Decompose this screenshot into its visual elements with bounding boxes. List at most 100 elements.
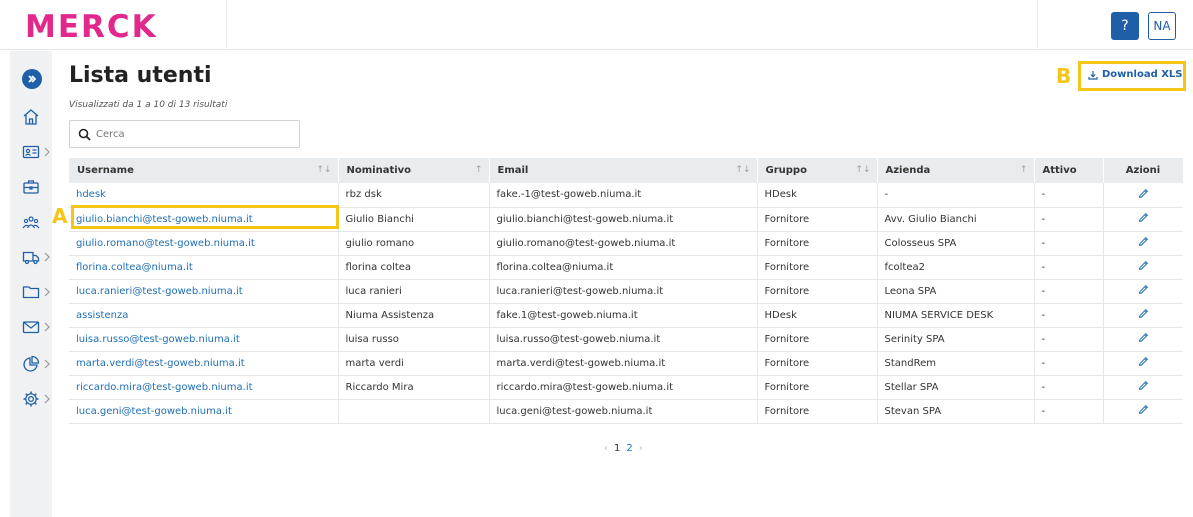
- table-row: luca.ranieri@test-goweb.niuma.it luca ran…: [69, 279, 1183, 304]
- results-info: Visualizzati da 1 a 10 di 13 risultati: [69, 100, 228, 110]
- mail-icon: [22, 321, 40, 334]
- column-header-nominativo[interactable]: Nominativo ↑: [338, 158, 490, 183]
- cell-gruppo: Fornitore: [757, 231, 878, 256]
- chevron-right-icon[interactable]: [43, 359, 51, 369]
- cell-nominativo: rbz dsk: [338, 183, 490, 208]
- column-header-username[interactable]: Username ↑↓: [69, 158, 339, 183]
- column-header-gruppo[interactable]: Gruppo ↑↓: [757, 158, 878, 183]
- edit-pencil-icon[interactable]: [1138, 380, 1149, 391]
- pagination-page-1[interactable]: 1: [614, 443, 620, 454]
- download-xls-button[interactable]: Download XLS: [1088, 69, 1183, 80]
- cell-actions: [1103, 279, 1183, 304]
- cell-actions: [1103, 303, 1183, 328]
- table-row: hdesk rbz dsk fake.-1@test-goweb.niuma.it H…: [69, 183, 1183, 208]
- cell-nominativo: [338, 399, 490, 424]
- cell-username[interactable]: assistenza: [69, 303, 339, 328]
- table-row: marta.verdi@test-goweb.niuma.it marta ver…: [69, 351, 1183, 376]
- sidebar-item-briefcase[interactable]: [22, 177, 52, 197]
- column-header-azienda[interactable]: Azienda ↑: [877, 158, 1035, 183]
- edit-pencil-icon[interactable]: [1138, 332, 1149, 343]
- cell-attivo: -: [1034, 231, 1104, 256]
- column-header-azioni: Azioni: [1103, 158, 1184, 183]
- cell-azienda: fcoltea2: [877, 255, 1035, 280]
- chevron-right-icon[interactable]: [43, 287, 51, 297]
- cell-attivo: -: [1034, 255, 1104, 280]
- cell-nominativo: luisa russo: [338, 327, 490, 352]
- sort-icon: ↑↓: [316, 165, 332, 175]
- edit-pencil-icon[interactable]: [1138, 212, 1149, 223]
- cell-gruppo: Fornitore: [757, 279, 878, 304]
- users-icon: [22, 216, 40, 229]
- user-avatar[interactable]: NA: [1148, 12, 1176, 40]
- sidebar-item-home[interactable]: [22, 107, 52, 127]
- cell-email: marta.verdi@test-goweb.niuma.it: [489, 351, 758, 376]
- cell-username[interactable]: marta.verdi@test-goweb.niuma.it: [69, 351, 339, 376]
- cell-username[interactable]: hdesk: [69, 183, 339, 208]
- cell-attivo: -: [1034, 327, 1104, 352]
- edit-pencil-icon[interactable]: [1138, 284, 1149, 295]
- edit-pencil-icon[interactable]: [1138, 308, 1149, 319]
- pagination-prev[interactable]: ‹: [604, 443, 608, 454]
- truck-icon: [22, 251, 40, 265]
- cell-gruppo: Fornitore: [757, 327, 878, 352]
- page-title: Lista utenti: [69, 63, 212, 88]
- sidebar-expand-button[interactable]: [22, 69, 42, 89]
- table-row: riccardo.mira@test-goweb.niuma.it Riccard…: [69, 375, 1183, 400]
- sort-icon: ↑↓: [855, 165, 871, 175]
- cell-username[interactable]: giulio.romano@test-goweb.niuma.it: [69, 231, 339, 256]
- cell-azienda: Leona SPA: [877, 279, 1035, 304]
- pagination: ‹ 1 2 ›: [604, 443, 643, 454]
- cell-nominativo: florina coltea: [338, 255, 490, 280]
- cell-email: luisa.russo@test-goweb.niuma.it: [489, 327, 758, 352]
- chevron-right-icon[interactable]: [43, 394, 51, 404]
- edit-pencil-icon[interactable]: [1138, 188, 1149, 199]
- cell-email: giulio.bianchi@test-goweb.niuma.it: [489, 207, 758, 232]
- cell-actions: [1103, 327, 1183, 352]
- cell-azienda: NIUMA SERVICE DESK: [877, 303, 1035, 328]
- download-icon: [1088, 70, 1098, 80]
- cell-azienda: -: [877, 183, 1035, 208]
- merck-logo[interactable]: MERCK: [25, 10, 170, 42]
- edit-pencil-icon[interactable]: [1138, 260, 1149, 271]
- edit-pencil-icon[interactable]: [1138, 236, 1149, 247]
- table-row: assistenza Niuma Assistenza fake.1@test-go…: [69, 303, 1183, 328]
- edit-pencil-icon[interactable]: [1138, 356, 1149, 367]
- chevron-right-icon[interactable]: [43, 252, 51, 262]
- cell-username[interactable]: luca.ranieri@test-goweb.niuma.it: [69, 279, 339, 304]
- help-button[interactable]: ?: [1111, 12, 1139, 40]
- cell-actions: [1103, 351, 1183, 376]
- cell-username[interactable]: luca.geni@test-goweb.niuma.it: [69, 399, 339, 424]
- cell-gruppo: Fornitore: [757, 351, 878, 376]
- pagination-page-2[interactable]: 2: [626, 443, 632, 454]
- users-table: Username ↑↓ Nominativo ↑ Email ↑↓ Gruppo ↑↓ …: [69, 158, 1184, 424]
- table-row: luisa.russo@test-goweb.niuma.it luisa rus…: [69, 327, 1183, 352]
- cell-gruppo: HDesk: [757, 183, 878, 208]
- table-header-row: Username ↑↓ Nominativo ↑ Email ↑↓ Gruppo ↑↓ …: [69, 158, 1184, 183]
- sidebar: [10, 51, 52, 517]
- annotation-label-a: A: [52, 204, 68, 228]
- svg-text:MERCK: MERCK: [25, 10, 158, 42]
- folder-icon: [22, 286, 40, 299]
- cell-username[interactable]: florina.coltea@niuma.it: [69, 255, 339, 280]
- column-header-email[interactable]: Email ↑↓: [489, 158, 758, 183]
- pagination-next[interactable]: ›: [639, 443, 643, 454]
- cell-gruppo: Fornitore: [757, 399, 878, 424]
- home-icon: [23, 109, 39, 125]
- chevron-right-icon[interactable]: [43, 322, 51, 332]
- cell-azienda: Serinity SPA: [877, 327, 1035, 352]
- sidebar-item-users[interactable]: [22, 213, 52, 233]
- search-input[interactable]: [96, 125, 296, 144]
- gear-icon: [23, 391, 39, 407]
- cell-nominativo: Niuma Assistenza: [338, 303, 490, 328]
- cell-azienda: StandRem: [877, 351, 1035, 376]
- cell-username[interactable]: luisa.russo@test-goweb.niuma.it: [69, 327, 339, 352]
- cell-azienda: Stellar SPA: [877, 375, 1035, 400]
- cell-actions: [1103, 207, 1183, 232]
- chevron-right-icon[interactable]: [43, 147, 51, 157]
- edit-pencil-icon[interactable]: [1138, 404, 1149, 415]
- cell-username[interactable]: riccardo.mira@test-goweb.niuma.it: [69, 375, 339, 400]
- sort-icon: ↑↓: [735, 165, 751, 175]
- cell-email: fake.1@test-goweb.niuma.it: [489, 303, 758, 328]
- cell-email: giulio.romano@test-goweb.niuma.it: [489, 231, 758, 256]
- cell-attivo: -: [1034, 303, 1104, 328]
